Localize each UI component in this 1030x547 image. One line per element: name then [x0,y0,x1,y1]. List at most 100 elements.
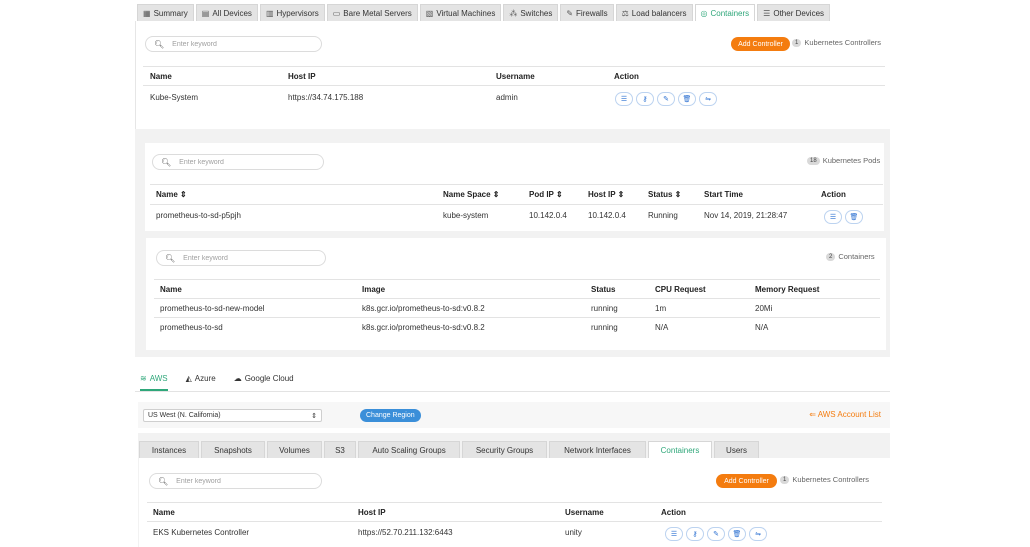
delete-icon[interactable]: 🗑︎ [678,92,696,106]
search-input[interactable] [183,254,304,262]
col-name: Name [160,285,182,294]
aws-controllers-count: 1 Kubernetes Controllers [780,475,869,484]
aws-tabs: Instances Snapshots Volumes S3 Auto Scal… [139,441,759,458]
col-memory-request: Memory Request [755,285,820,294]
region-select[interactable]: US West (N. California) ⇕ [143,409,322,422]
container-cpu: 1m [655,304,667,313]
edit-icon[interactable]: ✎ [707,527,725,541]
tab-hypervisors[interactable]: ▥ Hypervisors [259,4,325,21]
list-icon[interactable]: ☰ [665,527,683,541]
key-icon[interactable]: ⚷ [686,527,704,541]
pod-status: Running [648,211,678,220]
key-icon[interactable]: ⚷ [636,92,654,106]
tab-security-groups[interactable]: Security Groups [462,441,547,458]
col-status[interactable]: Status ⇕ [648,190,681,199]
load-balancer-icon: ⚖ [621,8,629,18]
pod-name: prometheus-to-sd-p5pjh [156,211,241,220]
tab-load-balancers[interactable]: ⚖ Load balancers [615,4,693,21]
containers-icon: ◎ [700,8,708,18]
tab-volumes[interactable]: Volumes [267,441,322,458]
aws-controller-actions: ☰ ⚷ ✎ 🗑︎ ⇋ [665,527,767,541]
sync-icon[interactable]: ⇋ [749,527,767,541]
pod-actions: ☰ 🗑︎ [824,210,863,224]
tab-aws-containers[interactable]: Containers [648,441,712,458]
tab-switches[interactable]: ⁂ Switches [503,4,559,21]
server-icon: ▭ [332,8,341,18]
col-status: Status [591,285,616,294]
container-memory: N/A [755,323,769,332]
container-status: running [591,323,618,332]
add-controller-button[interactable]: Add Controller [731,37,790,51]
col-image: Image [362,285,386,294]
edit-icon[interactable]: ✎ [657,92,675,106]
col-namespace[interactable]: Name Space ⇕ [443,190,500,199]
vm-icon: ▧ [425,8,434,18]
pod-namespace: kube-system [443,211,489,220]
aws-controllers-search[interactable]: 🔍︎ [149,473,322,489]
controller-actions: ☰ ⚷ ✎ 🗑︎ ⇋ [615,92,717,106]
col-name: Name [150,72,172,81]
tab-aws[interactable]: ≋ AWS [140,374,168,383]
tab-all-devices[interactable]: ▤ All Devices [195,4,258,21]
list-icon[interactable]: ☰ [615,92,633,106]
pods-search[interactable]: 🔍︎ [152,154,324,170]
col-cpu-request: CPU Request [655,285,706,294]
cloud-tabs: ≋ AWS ◭ Azure ☁ Google Cloud [140,374,294,383]
tab-google-cloud[interactable]: ☁ Google Cloud [234,374,294,383]
tab-auto-scaling-groups[interactable]: Auto Scaling Groups [358,441,460,458]
container-status: running [591,304,618,313]
col-pod-ip[interactable]: Pod IP ⇕ [529,190,563,199]
pods-count: 18 Kubernetes Pods [807,156,880,165]
list-icon[interactable]: ☰ [824,210,842,224]
sync-icon[interactable]: ⇋ [699,92,717,106]
delete-icon[interactable]: 🗑︎ [728,527,746,541]
search-input[interactable] [172,40,293,48]
col-action: Action [821,190,846,199]
col-username: Username [496,72,535,81]
container-name: prometheus-to-sd [160,323,223,332]
search-icon: 🔍︎ [154,39,165,49]
col-name[interactable]: Name ⇕ [156,190,187,199]
chevron-updown-icon: ⇕ [311,412,317,420]
controller-name: Kube-System [150,93,199,102]
arrow-left-icon: ⇐ [809,410,816,419]
col-name: Name [153,508,175,517]
col-action: Action [661,508,686,517]
container-memory: 20Mi [755,304,773,313]
search-icon: 🔍︎ [165,253,176,263]
col-host-ip[interactable]: Host IP ⇕ [588,190,624,199]
tab-summary[interactable]: ▦ Summary [137,4,194,21]
tab-bare-metal-servers[interactable]: ▭ Bare Metal Servers [326,4,418,21]
pod-ip: 10.142.0.4 [529,211,567,220]
change-region-button[interactable]: Change Region [360,409,421,422]
containers-count: 2 Containers [826,252,875,261]
tab-other-devices[interactable]: ☰ Other Devices [757,4,831,21]
search-input[interactable] [176,477,297,485]
tab-instances[interactable]: Instances [139,441,199,458]
search-input[interactable] [179,158,300,166]
pod-start-time: Nov 14, 2019, 21:28:47 [704,211,788,220]
col-action: Action [614,72,639,81]
delete-icon[interactable]: 🗑︎ [845,210,863,224]
container-image: k8s.gcr.io/prometheus-to-sd:v0.8.2 [362,323,485,332]
col-start-time: Start Time [704,190,743,199]
other-devices-icon: ☰ [763,8,771,18]
aws-account-list-link[interactable]: ⇐ AWS Account List [809,410,881,419]
tab-firewalls[interactable]: ✎ Firewalls [560,4,614,21]
aws-controller-name: EKS Kubernetes Controller [153,528,250,537]
device-tabs: ▦ Summary ▤ All Devices ▥ Hypervisors ▭ Bare… [137,4,831,21]
col-host-ip: Host IP [288,72,316,81]
tab-users[interactable]: Users [714,441,759,458]
add-controller-button[interactable]: Add Controller [716,474,777,488]
tab-virtual-machines[interactable]: ▧ Virtual Machines [419,4,502,21]
pod-host-ip: 10.142.0.4 [588,211,626,220]
tab-containers[interactable]: ◎ Containers [694,4,756,21]
controllers-search[interactable]: 🔍︎ [145,36,322,52]
containers-search[interactable]: 🔍︎ [156,250,326,266]
tab-s3[interactable]: S3 [324,441,356,458]
controllers-count: 1 Kubernetes Controllers [792,38,881,47]
tab-network-interfaces[interactable]: Network Interfaces [549,441,646,458]
controller-username: admin [496,93,518,102]
tab-azure[interactable]: ◭ Azure [186,374,216,383]
tab-snapshots[interactable]: Snapshots [201,441,265,458]
